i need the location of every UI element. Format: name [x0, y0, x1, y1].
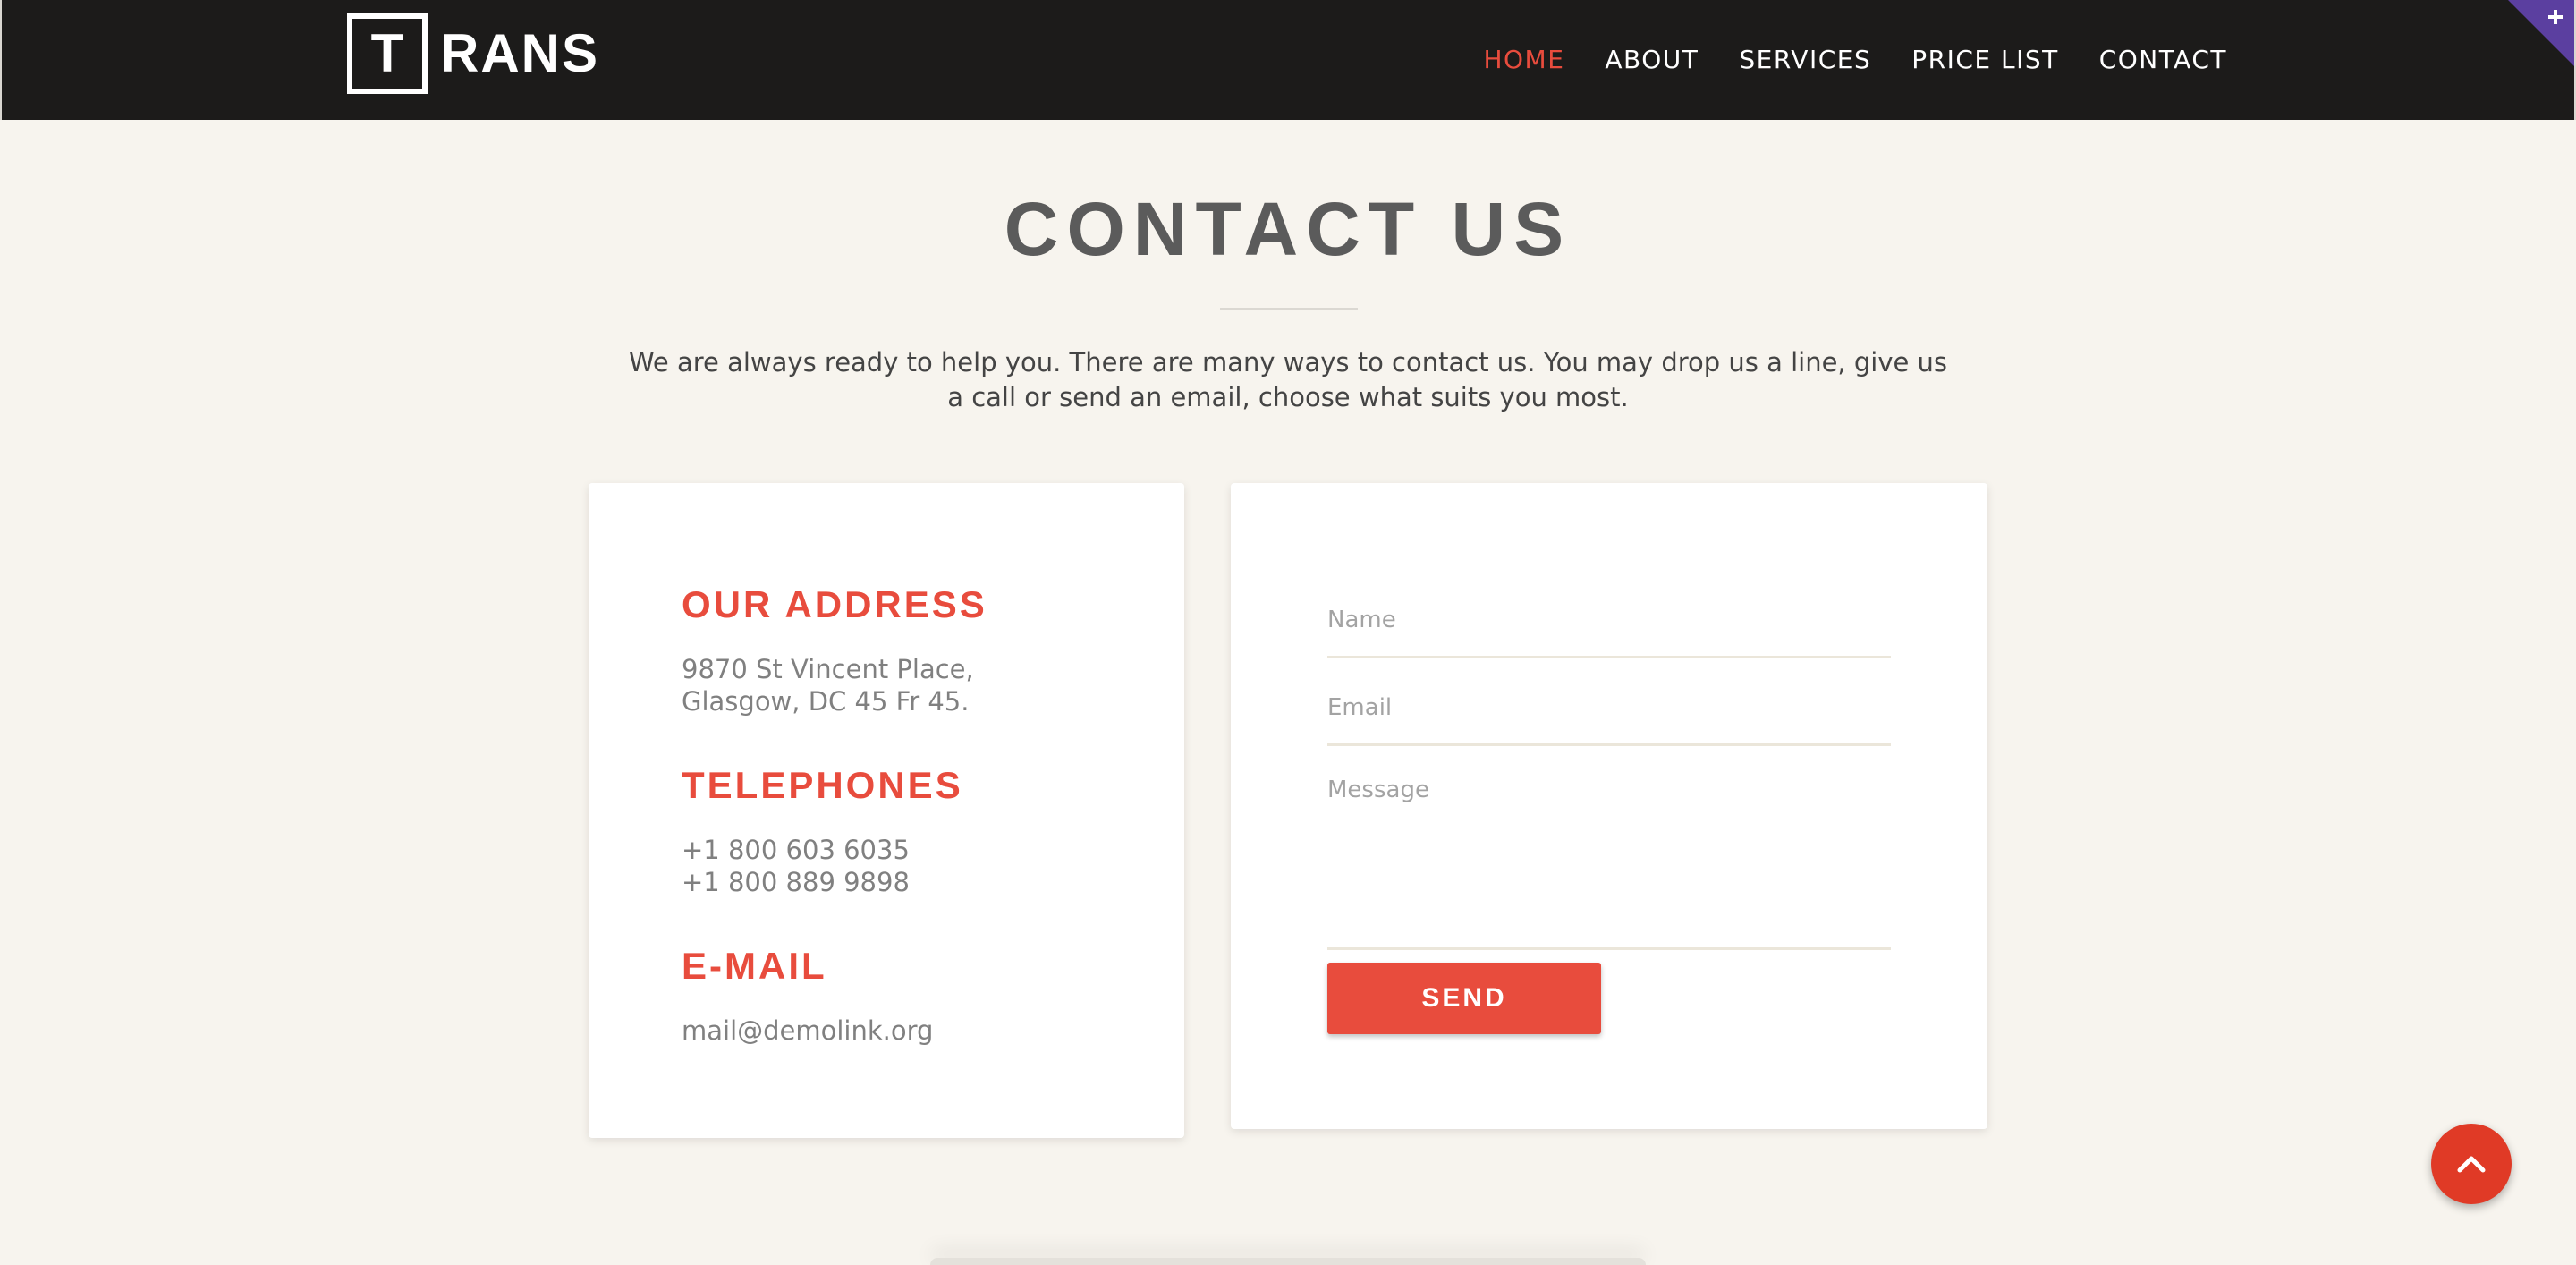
send-button[interactable]: SEND [1327, 963, 1601, 1034]
next-section-edge [930, 1258, 1646, 1265]
email-input[interactable] [1327, 671, 1891, 743]
main-nav: HOME ABOUT SERVICES PRICE LIST CONTACT [1483, 0, 2227, 118]
telephones-title: TELEPHONES [682, 764, 963, 806]
site-logo[interactable]: T RANS [347, 13, 599, 94]
site-header: T RANS HOME ABOUT SERVICES PRICE LIST CO… [0, 0, 2576, 120]
name-field [1327, 583, 1891, 658]
contact-form-card: SEND [1231, 483, 1987, 1129]
contact-info-card: OUR ADDRESS 9870 St Vincent Place, Glasg… [589, 483, 1184, 1138]
phone-number[interactable]: +1 800 889 9898 [682, 866, 910, 898]
name-input[interactable] [1327, 583, 1891, 656]
email-title: E-MAIL [682, 945, 827, 987]
logo-boxed-letter: T [347, 13, 428, 94]
nav-item-services[interactable]: SERVICES [1739, 45, 1871, 74]
title-divider [1220, 308, 1358, 310]
phone-number[interactable]: +1 800 603 6035 [682, 834, 910, 866]
plus-icon[interactable] [2508, 0, 2574, 66]
address-text: 9870 St Vincent Place, Glasgow, DC 45 Fr… [682, 653, 974, 717]
address-title: OUR ADDRESS [682, 583, 987, 625]
message-input[interactable] [1327, 768, 1891, 947]
nav-item-about[interactable]: ABOUT [1605, 45, 1699, 74]
chevron-up-icon [2457, 1156, 2486, 1173]
nav-item-contact[interactable]: CONTACT [2099, 45, 2227, 74]
address-line: Glasgow, DC 45 Fr 45. [682, 686, 970, 717]
back-to-top-button[interactable] [2431, 1124, 2512, 1204]
address-line: 9870 St Vincent Place, [682, 654, 974, 684]
page-title: CONTACT US [1004, 187, 1572, 271]
telephones-text: +1 800 603 6035 +1 800 889 9898 [682, 834, 910, 898]
email-field [1327, 671, 1891, 746]
message-field [1327, 768, 1891, 950]
intro-text: We are always ready to help you. There a… [628, 347, 1948, 412]
logo-text: RANS [440, 23, 600, 83]
nav-item-price-list[interactable]: PRICE LIST [1911, 45, 2058, 74]
nav-item-home[interactable]: HOME [1483, 45, 1564, 74]
email-link[interactable]: mail@demolink.org [682, 1015, 933, 1047]
